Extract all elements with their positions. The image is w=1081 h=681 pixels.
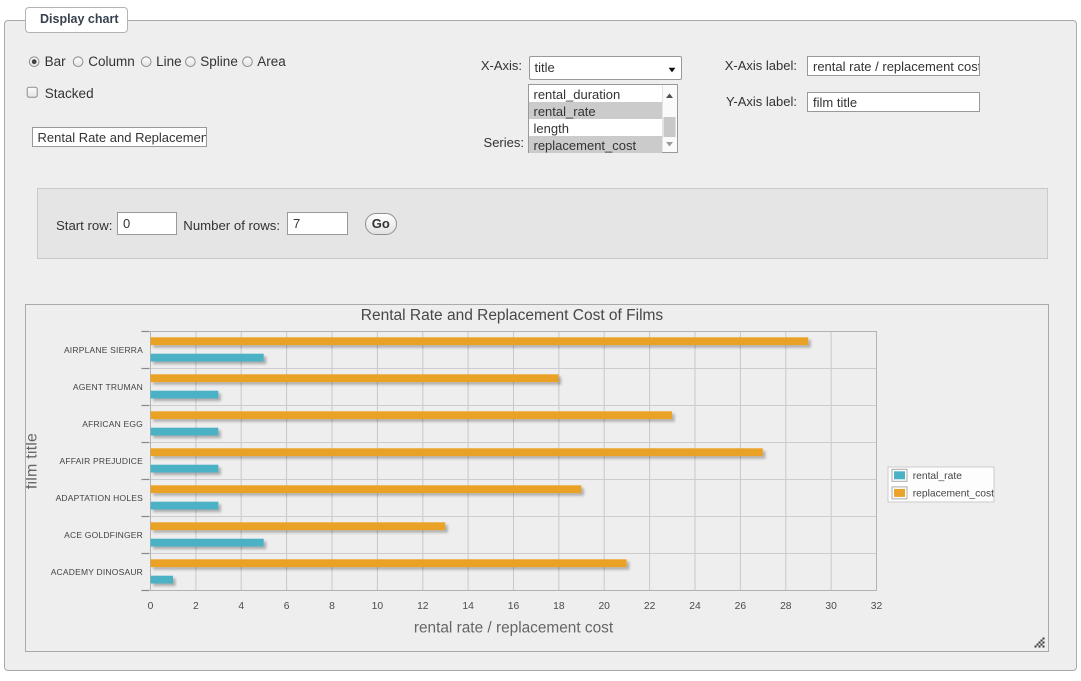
svg-text:2: 2	[193, 601, 199, 612]
svg-text:ADAPTATION HOLES: ADAPTATION HOLES	[56, 493, 144, 503]
svg-text:22: 22	[644, 601, 656, 612]
svg-text:AGENT TRUMAN: AGENT TRUMAN	[73, 382, 143, 392]
svg-text:30: 30	[825, 601, 837, 612]
svg-text:26: 26	[735, 601, 747, 612]
svg-text:8: 8	[329, 601, 335, 612]
svg-text:ACADEMY DINOSAUR: ACADEMY DINOSAUR	[51, 567, 143, 577]
svg-text:AFRICAN EGG: AFRICAN EGG	[82, 419, 143, 429]
svg-text:Rental Rate and Replacement Co: Rental Rate and Replacement Cost of Film…	[361, 307, 664, 324]
svg-text:4: 4	[238, 601, 244, 612]
svg-text:AIRPLANE SIERRA: AIRPLANE SIERRA	[64, 345, 143, 355]
svg-text:20: 20	[598, 601, 610, 612]
svg-text:14: 14	[462, 601, 474, 612]
svg-text:rental_rate: rental_rate	[913, 471, 963, 482]
svg-text:AFFAIR PREJUDICE: AFFAIR PREJUDICE	[60, 456, 144, 466]
svg-text:6: 6	[284, 601, 290, 612]
svg-text:12: 12	[417, 601, 429, 612]
svg-text:18: 18	[553, 601, 565, 612]
svg-text:10: 10	[372, 601, 384, 612]
svg-text:rental rate / replacement cost: rental rate / replacement cost	[414, 620, 614, 637]
svg-text:film title: film title	[26, 433, 41, 489]
svg-text:replacement_cost: replacement_cost	[913, 488, 994, 499]
svg-text:32: 32	[871, 601, 883, 612]
svg-text:28: 28	[780, 601, 792, 612]
svg-text:ACE GOLDFINGER: ACE GOLDFINGER	[64, 530, 143, 540]
svg-text:16: 16	[508, 601, 520, 612]
svg-text:0: 0	[148, 601, 154, 612]
svg-text:24: 24	[689, 601, 701, 612]
